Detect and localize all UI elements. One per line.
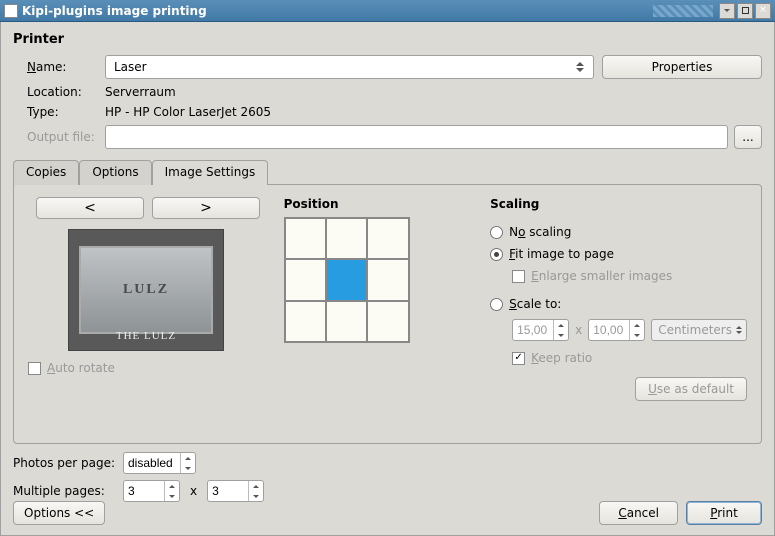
scale-to-label: Scale to: [509, 297, 561, 311]
pos-ml[interactable] [285, 259, 326, 300]
name-label: Name: [27, 60, 105, 74]
close-icon: × [759, 6, 767, 15]
scale-height-input[interactable] [589, 320, 629, 340]
titlebar: Kipi-plugins image printing × [0, 0, 775, 22]
scale-width-spin[interactable] [512, 319, 569, 341]
type-label: Type: [27, 105, 105, 119]
tab-options[interactable]: Options [79, 160, 151, 185]
app-icon [4, 4, 18, 18]
enlarge-checkbox[interactable] [512, 270, 525, 283]
printer-name-value: Laser [114, 60, 147, 74]
scale-height-spin[interactable] [588, 319, 645, 341]
outputfile-input[interactable] [105, 125, 728, 149]
pos-mr[interactable] [367, 259, 408, 300]
maximize-icon [742, 7, 749, 14]
photos-per-page-spin[interactable] [123, 452, 196, 474]
x-sep-2: x [190, 484, 197, 498]
tab-copies[interactable]: Copies [13, 160, 79, 185]
prev-image-button[interactable]: < [36, 197, 144, 219]
outputfile-label: Output file: [27, 130, 105, 144]
window-title: Kipi-plugins image printing [22, 4, 653, 18]
no-scaling-label: No scaling [509, 225, 571, 239]
multiple-rows-spin[interactable] [207, 480, 264, 502]
location-value: Serverraum [105, 85, 176, 99]
pos-tl[interactable] [285, 218, 326, 259]
location-label: Location: [27, 85, 105, 99]
keep-ratio-checkbox[interactable]: ✓ [512, 352, 525, 365]
photos-per-page-input[interactable] [124, 453, 180, 473]
pos-tc[interactable] [326, 218, 367, 259]
units-value: Centimeters [658, 323, 732, 337]
multiple-rows-input[interactable] [208, 481, 248, 501]
keep-ratio-label: Keep ratio [531, 351, 592, 365]
fit-to-page-label: Fit image to page [509, 247, 614, 261]
scale-to-radio[interactable] [490, 298, 503, 311]
multiple-pages-label: Multiple pages: [13, 484, 123, 498]
printer-group-title: Printer [13, 32, 762, 47]
thumb-caption: THE LULZ [116, 330, 176, 342]
photos-per-page-label: Photos per page: [13, 456, 123, 470]
pos-bc[interactable] [326, 301, 367, 342]
x-sep-1: x [575, 323, 582, 337]
type-value: HP - HP Color LaserJet 2605 [105, 105, 271, 119]
scaling-header: Scaling [490, 197, 747, 211]
titlebar-decoration [653, 5, 713, 17]
fit-to-page-radio[interactable] [490, 248, 503, 261]
browse-button[interactable]: ... [734, 125, 762, 149]
printer-name-combo[interactable]: Laser [105, 55, 594, 79]
tab-image-settings[interactable]: Image Settings [152, 160, 269, 185]
no-scaling-radio[interactable] [490, 226, 503, 239]
next-image-button[interactable]: > [152, 197, 260, 219]
auto-rotate-label: Auto rotate [47, 361, 115, 375]
enlarge-label: Enlarge smaller images [531, 269, 672, 283]
minimize-icon [724, 9, 730, 12]
updown-icon [573, 59, 587, 75]
pos-br[interactable] [367, 301, 408, 342]
maximize-button[interactable] [737, 3, 753, 19]
pos-tr[interactable] [367, 218, 408, 259]
scale-width-input[interactable] [513, 320, 553, 340]
use-as-default-button[interactable]: Use as default [635, 377, 747, 401]
multiple-cols-spin[interactable] [123, 480, 180, 502]
properties-button[interactable]: Properties [602, 55, 762, 79]
minimize-button[interactable] [719, 3, 735, 19]
pos-center[interactable] [326, 259, 367, 300]
pos-bl[interactable] [285, 301, 326, 342]
print-button[interactable]: Print [686, 501, 762, 525]
options-toggle-button[interactable]: Options << [13, 501, 105, 525]
position-grid[interactable] [284, 217, 410, 343]
cancel-button[interactable]: Cancel [599, 501, 678, 525]
close-button[interactable]: × [755, 3, 771, 19]
image-thumbnail: LULZ THE LULZ [68, 229, 224, 351]
image-settings-panel: < > LULZ THE LULZ Auto rotate [13, 184, 762, 444]
units-combo[interactable]: Centimeters [651, 319, 747, 341]
multiple-cols-input[interactable] [124, 481, 164, 501]
auto-rotate-checkbox[interactable] [28, 362, 41, 375]
thumb-top-text: LULZ [123, 282, 169, 298]
position-header: Position [284, 197, 471, 211]
